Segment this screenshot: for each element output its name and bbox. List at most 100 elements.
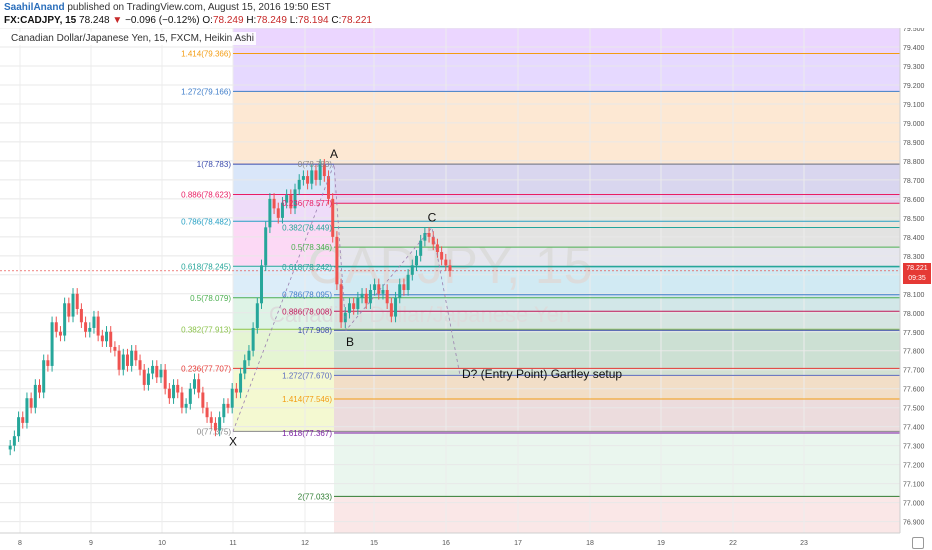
- price-tick: 79.400: [903, 45, 925, 52]
- candle-body: [12, 436, 16, 446]
- candle-body: [54, 322, 58, 332]
- series-legend[interactable]: Canadian Dollar/Japanese Yen, 15, FXCM, …: [9, 32, 256, 45]
- last-price-tag: 78.221: [903, 263, 931, 274]
- candle-body: [100, 335, 104, 342]
- time-axis[interactable]: 8 9 10 11 12 15 16 17 18 19 22 23: [0, 532, 932, 550]
- candle-body: [63, 303, 67, 336]
- price-tick: 79.000: [903, 121, 925, 128]
- candle-body: [297, 179, 301, 190]
- price-tick: 77.800: [903, 349, 925, 356]
- candle-body: [389, 303, 393, 317]
- time-tick: 12: [301, 540, 309, 547]
- author-link[interactable]: SaahilAnand: [4, 2, 65, 13]
- price-tick: 77.000: [903, 501, 925, 508]
- fib-xa-label: 1.414(79.366): [181, 49, 231, 58]
- candle-body: [385, 289, 389, 304]
- candle-body: [67, 303, 71, 317]
- fib-ab-label: 2(77.033): [298, 492, 333, 501]
- candle-body: [142, 369, 146, 385]
- symbol-label[interactable]: FX:CADJPY, 15: [4, 15, 76, 26]
- fib-xa-label: 0.886(78.623): [181, 190, 231, 199]
- candle-body: [197, 379, 201, 393]
- candle-body: [21, 417, 25, 423]
- candle-body: [410, 265, 414, 275]
- fib-xa-label: 1.272(79.166): [181, 87, 231, 96]
- pattern-point-label: C: [428, 211, 437, 225]
- candle-body: [172, 384, 176, 399]
- fib-ab-label: 1.272(77.670): [282, 371, 332, 380]
- price-axis[interactable]: 79.50079.40079.30079.20079.10079.00078.9…: [899, 26, 932, 550]
- fib-xa-label: 0.382(77.913): [181, 325, 231, 334]
- candle-body: [239, 373, 243, 393]
- candle-body: [394, 297, 398, 317]
- candle-body: [347, 303, 351, 313]
- candle-body: [46, 360, 50, 366]
- low-label: L:: [289, 15, 299, 26]
- fib-ab-label: 0(78.783): [298, 160, 333, 169]
- candle-body: [113, 346, 117, 351]
- high-label: H:: [246, 15, 257, 26]
- price-tick: 78.900: [903, 140, 925, 147]
- fib-xa-label: 1(78.783): [197, 160, 232, 169]
- candle-body: [268, 198, 272, 228]
- open-label: O:: [202, 15, 213, 26]
- price-tick: 77.600: [903, 387, 925, 394]
- candle-body: [406, 274, 410, 290]
- fib-ab-label: 0.5(78.346): [291, 243, 332, 252]
- time-tick: 11: [229, 540, 236, 547]
- time-tick: 23: [800, 540, 808, 547]
- fib-ab-zone: [334, 398, 900, 433]
- candle-body: [71, 293, 75, 317]
- axis-settings-icon[interactable]: [912, 537, 924, 549]
- time-tick: 15: [370, 540, 378, 547]
- candle-body: [364, 293, 368, 304]
- candle-body: [427, 233, 431, 237]
- candle-body: [444, 259, 448, 266]
- time-tick: 18: [586, 540, 594, 547]
- fib-ab-label: 1.414(77.546): [282, 395, 332, 404]
- price-tick: 77.500: [903, 406, 925, 413]
- price-chart[interactable]: CADJPY, 15 Canadian Dollar/Japanese Yen …: [0, 0, 932, 550]
- time-axis-bg: [0, 533, 932, 550]
- candle-body: [105, 331, 109, 342]
- candle-body: [138, 360, 142, 370]
- candle-body: [440, 252, 444, 260]
- candle-body: [117, 350, 121, 370]
- price-tick: 79.100: [903, 102, 925, 109]
- candle-body: [192, 379, 196, 389]
- fib-ab-label: 1(77.908): [298, 326, 333, 335]
- candle-body: [109, 331, 113, 347]
- candle-body: [29, 398, 33, 408]
- candle-body: [42, 360, 46, 393]
- chart-header: SaahilAnand published on TradingView.com…: [0, 0, 932, 28]
- candle-body: [121, 354, 125, 370]
- price-tick: 78.700: [903, 178, 925, 185]
- time-tick: 16: [442, 540, 450, 547]
- candle-body: [125, 354, 129, 366]
- price-tick: 78.500: [903, 216, 925, 223]
- entry-annotation: D? (Entry Point) Gartley setup: [462, 367, 622, 381]
- time-tick: 8: [18, 540, 22, 547]
- candle-body: [146, 373, 150, 385]
- candle-body: [79, 308, 83, 323]
- price-tick: 78.100: [903, 292, 925, 299]
- fib-ab-zone: [334, 164, 900, 204]
- candle-body: [260, 265, 264, 304]
- candle-body: [272, 198, 276, 209]
- change-arrow-icon: ▼: [112, 15, 123, 26]
- candle-body: [17, 417, 21, 437]
- candle-body: [88, 327, 92, 332]
- candle-body: [368, 289, 372, 304]
- fib-xa-label: 0.236(77.707): [181, 364, 231, 373]
- low-value: 78.194: [298, 15, 329, 26]
- candle-body: [184, 403, 188, 408]
- candle-body: [92, 316, 96, 328]
- fib-ab-label: 0.786(78.095): [282, 291, 332, 300]
- fib-xa-label: 0.5(78.079): [190, 294, 231, 303]
- candle-body: [226, 403, 230, 408]
- candle-body: [373, 284, 377, 290]
- pattern-point-label: B: [346, 335, 354, 349]
- time-tick: 17: [514, 540, 522, 547]
- candle-body: [234, 388, 238, 393]
- price-tick: 77.100: [903, 482, 925, 489]
